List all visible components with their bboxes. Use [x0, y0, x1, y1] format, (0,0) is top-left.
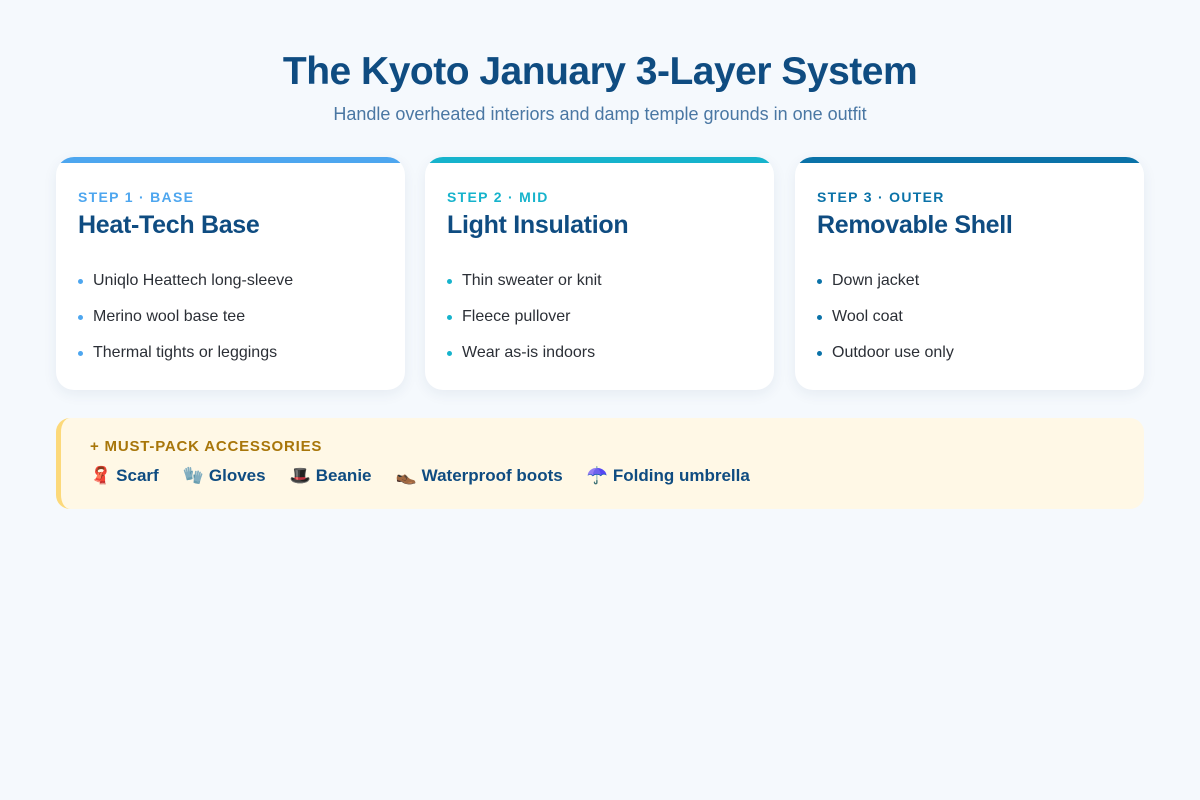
bullet-icon	[78, 350, 83, 356]
list-item: Wear as-is indoors	[447, 335, 602, 371]
accessory-scarf: 🧣 Scarf	[90, 466, 159, 486]
bullet-icon	[447, 350, 452, 356]
card-step-label: STEP 3 · OUTER	[817, 189, 945, 205]
accessory-beanie: 🎩 Beanie	[290, 466, 372, 486]
layer-cards: STEP 1 · BASE Heat-Tech Base Uniqlo Heat…	[56, 157, 1144, 390]
list-item: Fleece pullover	[447, 299, 602, 335]
list-item: Outdoor use only	[817, 335, 954, 371]
bullet-icon	[78, 314, 83, 320]
list-item-text: Fleece pullover	[462, 308, 571, 325]
list-item-text: Thin sweater or knit	[462, 272, 602, 289]
page-subtitle: Handle overheated interiors and damp tem…	[333, 104, 867, 124]
list-item: Merino wool base tee	[78, 299, 293, 335]
card-accent-bar	[56, 157, 405, 163]
page-title: The Kyoto January 3-Layer System	[282, 50, 918, 93]
card-item-list: Down jacket Wool coat Outdoor use only	[817, 263, 954, 371]
accessory-label: Scarf	[116, 466, 159, 485]
card-item-list: Thin sweater or knit Fleece pullover Wea…	[447, 263, 602, 371]
accessory-label: Gloves	[208, 466, 266, 485]
card-accent-bar	[425, 157, 774, 163]
umbrella-icon: ☂️	[586, 466, 608, 485]
bullet-icon	[447, 314, 452, 320]
list-item-text: Outdoor use only	[832, 344, 954, 361]
card-heading: Removable Shell	[817, 211, 1013, 239]
card-accent-bar	[795, 157, 1144, 163]
layer-card-base: STEP 1 · BASE Heat-Tech Base Uniqlo Heat…	[56, 157, 405, 390]
list-item-text: Merino wool base tee	[93, 308, 246, 325]
card-item-list: Uniqlo Heattech long-sleeve Merino wool …	[78, 263, 293, 371]
boot-icon: 👞	[395, 466, 417, 485]
accessories-title: + MUST-PACK ACCESSORIES	[90, 438, 323, 455]
list-item-text: Wear as-is indoors	[462, 344, 596, 361]
list-item-text: Uniqlo Heattech long-sleeve	[93, 272, 294, 289]
accessory-gloves: 🧤 Gloves	[183, 466, 266, 486]
hat-icon: 🎩	[289, 466, 311, 485]
scarf-icon: 🧣	[90, 466, 112, 485]
accessory-boots: 👞 Waterproof boots	[396, 466, 563, 486]
card-heading: Heat-Tech Base	[78, 211, 260, 239]
list-item: Down jacket	[817, 263, 954, 299]
card-heading: Light Insulation	[447, 211, 629, 239]
card-step-label: STEP 2 · MID	[447, 189, 549, 205]
list-item: Uniqlo Heattech long-sleeve	[78, 263, 293, 299]
accessory-label: Folding umbrella	[612, 466, 750, 485]
list-item-text: Wool coat	[832, 308, 903, 325]
list-item-text: Down jacket	[832, 272, 920, 289]
layer-card-mid: STEP 2 · MID Light Insulation Thin sweat…	[425, 157, 774, 390]
gloves-icon: 🧤	[182, 466, 204, 485]
bullet-icon	[817, 314, 822, 320]
bullet-icon	[447, 278, 452, 284]
accessories-panel: + MUST-PACK ACCESSORIES 🧣 Scarf 🧤 Gloves 🎩…	[56, 418, 1144, 509]
list-item: Thermal tights or leggings	[78, 335, 293, 371]
bullet-icon	[78, 278, 83, 284]
list-item: Wool coat	[817, 299, 954, 335]
card-step-label: STEP 1 · BASE	[78, 189, 195, 205]
bullet-icon	[817, 350, 822, 356]
accessories-list: 🧣 Scarf 🧤 Gloves 🎩 Beanie 👞 Waterproof boots…	[90, 466, 774, 486]
accessory-label: Beanie	[315, 466, 372, 485]
bullet-icon	[817, 278, 822, 284]
list-item: Thin sweater or knit	[447, 263, 602, 299]
list-item-text: Thermal tights or leggings	[93, 344, 278, 361]
accessory-label: Waterproof boots	[421, 466, 563, 485]
accessory-umbrella: ☂️ Folding umbrella	[587, 466, 750, 486]
layer-card-outer: STEP 3 · OUTER Removable Shell Down jack…	[795, 157, 1144, 390]
